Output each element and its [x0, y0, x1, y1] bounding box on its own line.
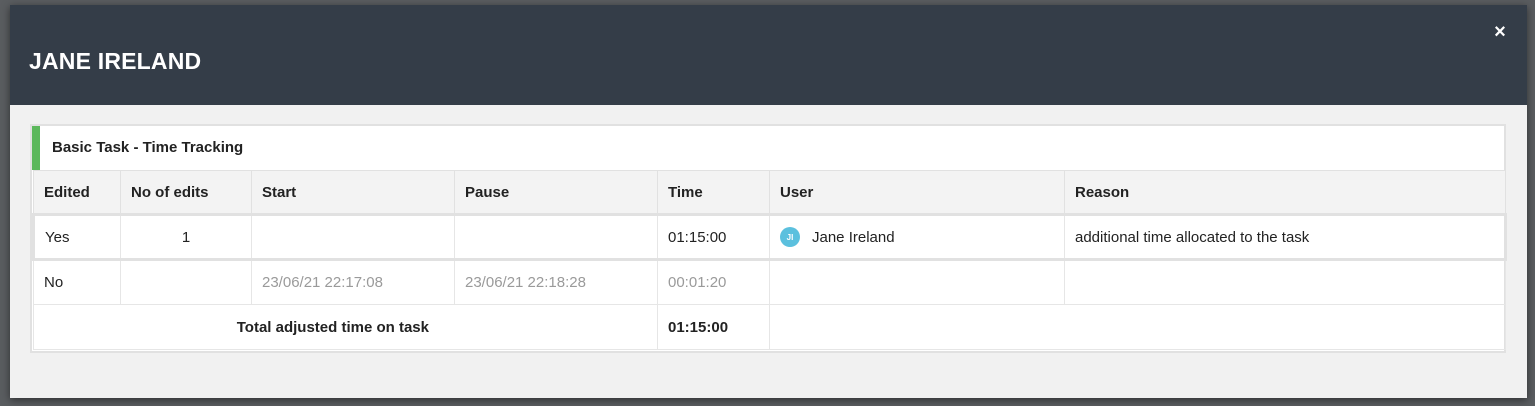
- panel-title-bar: Basic Task - Time Tracking: [32, 126, 1504, 170]
- cell-time: 01:15:00: [657, 214, 770, 261]
- column-header-user: User: [769, 170, 1065, 216]
- panel-title: Basic Task - Time Tracking: [52, 139, 244, 156]
- column-header-time: Time: [657, 170, 770, 216]
- cell-edited: No: [33, 259, 121, 305]
- cell-reason: [1064, 259, 1506, 305]
- cell-no-of-edits: 1: [120, 214, 252, 261]
- total-label: Total adjusted time on task: [33, 304, 658, 350]
- total-row: Total adjusted time on task 01:15:00: [33, 304, 1506, 350]
- total-empty-cell: [769, 304, 1506, 350]
- time-tracking-panel: Basic Task - Time Tracking Edited No of …: [30, 124, 1507, 353]
- user-info: JI Jane Ireland: [780, 227, 1054, 247]
- column-header-edited: Edited: [33, 170, 121, 216]
- cell-time: 00:01:20: [657, 259, 770, 305]
- table-row: No 23/06/21 22:17:08 23/06/21 22:18:28 0…: [33, 259, 1506, 305]
- time-tracking-modal: JANE IRELAND × Basic Task - Time Trackin…: [10, 5, 1527, 398]
- modal-header: JANE IRELAND ×: [10, 5, 1527, 105]
- cell-edited: Yes: [32, 214, 121, 261]
- column-header-pause: Pause: [454, 170, 658, 216]
- cell-pause: 23/06/21 22:18:28: [454, 259, 658, 305]
- column-header-reason: Reason: [1064, 170, 1506, 216]
- cell-start: [251, 214, 455, 261]
- user-name: Jane Ireland: [812, 228, 895, 246]
- table-row: Yes 1 01:15:00 JI Jane Ireland additiona…: [32, 214, 1507, 261]
- cell-pause: [454, 214, 658, 261]
- cell-reason: additional time allocated to the task: [1064, 214, 1507, 261]
- time-tracking-table: Edited No of edits Start Pause Time User…: [32, 170, 1507, 350]
- cell-user: JI Jane Ireland: [769, 214, 1065, 261]
- avatar: JI: [780, 227, 800, 247]
- modal-title: JANE IRELAND: [29, 48, 202, 74]
- table-header-row: Edited No of edits Start Pause Time User…: [33, 170, 1506, 216]
- total-time: 01:15:00: [657, 304, 770, 350]
- cell-start: 23/06/21 22:17:08: [251, 259, 455, 305]
- cell-user: [769, 259, 1065, 305]
- column-header-no-of-edits: No of edits: [120, 170, 252, 216]
- column-header-start: Start: [251, 170, 455, 216]
- close-icon[interactable]: ×: [1491, 22, 1509, 42]
- cell-no-of-edits: [120, 259, 252, 305]
